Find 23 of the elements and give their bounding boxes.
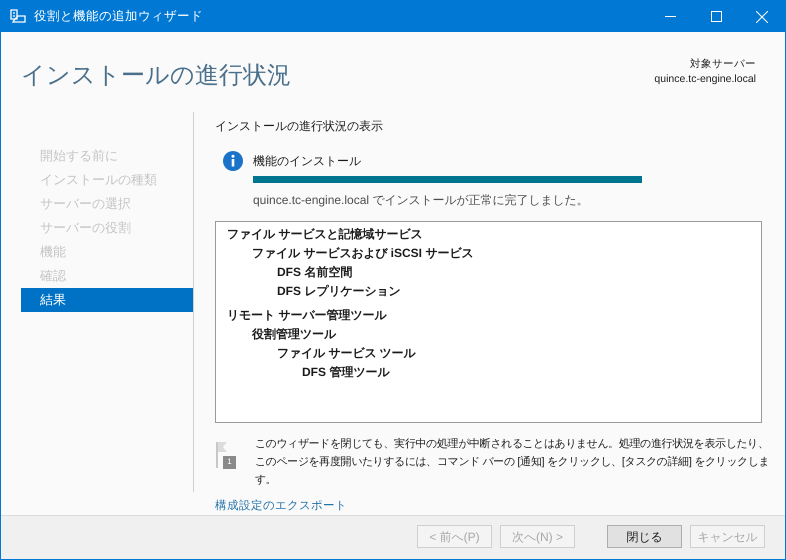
tree-item: DFS 管理ツール bbox=[302, 364, 390, 382]
page-title: インストールの進行状況 bbox=[21, 61, 291, 91]
close-icon[interactable] bbox=[756, 10, 768, 22]
export-settings-link[interactable]: 構成設定のエクスポート bbox=[215, 498, 347, 515]
tree-item: DFS レプリケーション bbox=[277, 283, 400, 300]
tree-item: ファイル サービスおよび iSCSI サービス bbox=[252, 245, 474, 262]
server-wizard-icon bbox=[9, 8, 27, 26]
target-server-label: 対象サーバー bbox=[690, 57, 756, 72]
tree-item: 役割管理ツール bbox=[252, 326, 336, 344]
maximize-icon[interactable] bbox=[710, 11, 722, 22]
tree-item: ファイル サービスと記憶域サービス bbox=[227, 226, 422, 244]
wizard-button[interactable]: 閉じる bbox=[607, 525, 682, 548]
wizard-step[interactable]: 結果 bbox=[21, 288, 193, 312]
window-title: 役割と機能の追加ウィザード bbox=[34, 8, 203, 26]
notice-text: このウィザードを閉じても、実行中の処理が中断されることはありません。処理の進行状況を表示したり、このページを再度開いたりするには、コマンド バーの [通知] をクリックし、[タスクの詳細] をクリックします。 bbox=[255, 436, 770, 488]
tree-item: リモート サーバー管理ツール bbox=[227, 307, 386, 324]
progress-label: 機能のインストール bbox=[253, 153, 361, 170]
info-icon bbox=[223, 151, 243, 171]
section-title: インストールの進行状況の表示 bbox=[215, 118, 384, 135]
tree-item: ファイル サービス ツール bbox=[277, 345, 416, 362]
target-server-name: quince.tc-engine.local bbox=[654, 72, 756, 87]
tree-item: DFS 名前空間 bbox=[277, 264, 352, 282]
progress-message: quince.tc-engine.local でインストールが正常に完了しました。 bbox=[253, 192, 590, 209]
